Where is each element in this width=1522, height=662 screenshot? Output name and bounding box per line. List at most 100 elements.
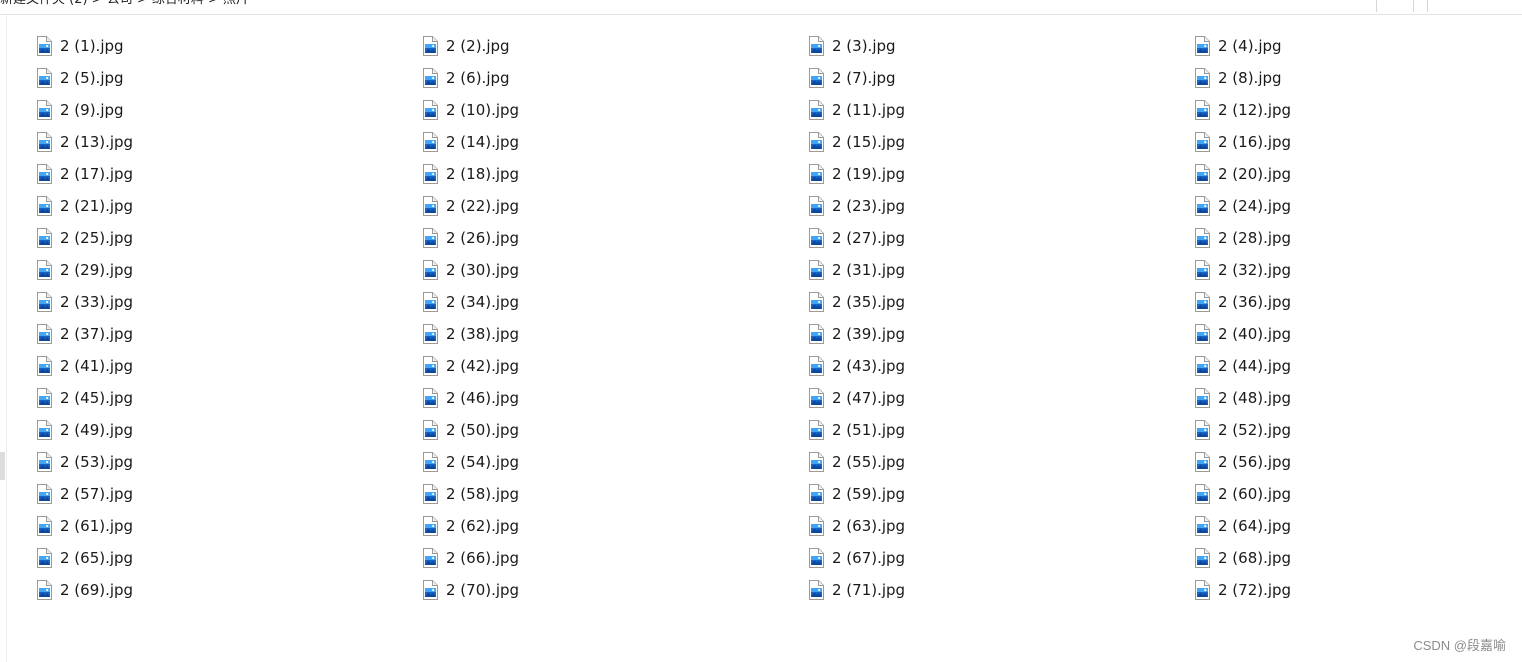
file-name: 2 (68).jpg <box>1218 549 1292 567</box>
file-item[interactable]: 2 (28).jpg <box>1194 222 1506 254</box>
file-name: 2 (41).jpg <box>60 357 134 375</box>
file-item[interactable]: 2 (66).jpg <box>422 542 808 574</box>
file-item[interactable]: 2 (55).jpg <box>808 446 1194 478</box>
file-item[interactable]: 2 (49).jpg <box>36 414 422 446</box>
file-item[interactable]: 2 (71).jpg <box>808 574 1194 606</box>
file-item[interactable]: 2 (53).jpg <box>36 446 422 478</box>
file-item[interactable]: 2 (37).jpg <box>36 318 422 350</box>
image-file-icon <box>808 228 824 248</box>
file-item[interactable]: 2 (3).jpg <box>808 30 1194 62</box>
file-item[interactable]: 2 (2).jpg <box>422 30 808 62</box>
file-item[interactable]: 2 (61).jpg <box>36 510 422 542</box>
file-item[interactable]: 2 (29).jpg <box>36 254 422 286</box>
file-item[interactable]: 2 (69).jpg <box>36 574 422 606</box>
file-item[interactable]: 2 (13).jpg <box>36 126 422 158</box>
image-file-icon <box>422 580 438 600</box>
address-toolbar: 新建文件夹 (2) > 公司 > 综合材料 > 照片 ↻ ⌕ ▭ <box>0 0 1522 15</box>
file-item[interactable]: 2 (39).jpg <box>808 318 1194 350</box>
file-item[interactable]: 2 (33).jpg <box>36 286 422 318</box>
file-item[interactable]: 2 (57).jpg <box>36 478 422 510</box>
file-item[interactable]: 2 (17).jpg <box>36 158 422 190</box>
file-name: 2 (45).jpg <box>60 389 134 407</box>
file-name: 2 (5).jpg <box>60 69 124 87</box>
file-item[interactable]: 2 (12).jpg <box>1194 94 1506 126</box>
file-name: 2 (37).jpg <box>60 325 134 343</box>
file-item[interactable]: 2 (22).jpg <box>422 190 808 222</box>
file-item[interactable]: 2 (31).jpg <box>808 254 1194 286</box>
address-bar[interactable]: 新建文件夹 (2) > 公司 > 综合材料 > 照片 <box>0 0 249 9</box>
file-item[interactable]: 2 (34).jpg <box>422 286 808 318</box>
file-item[interactable]: 2 (15).jpg <box>808 126 1194 158</box>
watermark: CSDN @段嘉喻 <box>1413 638 1506 653</box>
file-item[interactable]: 2 (47).jpg <box>808 382 1194 414</box>
file-item[interactable]: 2 (30).jpg <box>422 254 808 286</box>
file-item[interactable]: 2 (9).jpg <box>36 94 422 126</box>
file-item[interactable]: 2 (32).jpg <box>1194 254 1506 286</box>
pane-divider <box>6 15 7 662</box>
file-item[interactable]: 2 (19).jpg <box>808 158 1194 190</box>
image-file-icon <box>422 196 438 216</box>
refresh-button[interactable]: ↻ <box>1376 0 1414 12</box>
file-name: 2 (71).jpg <box>832 581 906 599</box>
file-item[interactable]: 2 (40).jpg <box>1194 318 1506 350</box>
file-item[interactable]: 2 (14).jpg <box>422 126 808 158</box>
file-item[interactable]: 2 (72).jpg <box>1194 574 1506 606</box>
file-item[interactable]: 2 (5).jpg <box>36 62 422 94</box>
file-item[interactable]: 2 (27).jpg <box>808 222 1194 254</box>
file-item[interactable]: 2 (42).jpg <box>422 350 808 382</box>
file-item[interactable]: 2 (45).jpg <box>36 382 422 414</box>
file-item[interactable]: 2 (58).jpg <box>422 478 808 510</box>
file-item[interactable]: 2 (10).jpg <box>422 94 808 126</box>
file-item[interactable]: 2 (48).jpg <box>1194 382 1506 414</box>
file-item[interactable]: 2 (43).jpg <box>808 350 1194 382</box>
file-item[interactable]: 2 (65).jpg <box>36 542 422 574</box>
file-item[interactable]: 2 (36).jpg <box>1194 286 1506 318</box>
file-item[interactable]: 2 (38).jpg <box>422 318 808 350</box>
file-item[interactable]: 2 (25).jpg <box>36 222 422 254</box>
file-item[interactable]: 2 (41).jpg <box>36 350 422 382</box>
file-item[interactable]: 2 (62).jpg <box>422 510 808 542</box>
file-item[interactable]: 2 (70).jpg <box>422 574 808 606</box>
image-file-icon <box>808 324 824 344</box>
file-item[interactable]: 2 (11).jpg <box>808 94 1194 126</box>
file-item[interactable]: 2 (51).jpg <box>808 414 1194 446</box>
image-file-icon <box>36 164 52 184</box>
file-item[interactable]: 2 (21).jpg <box>36 190 422 222</box>
file-item[interactable]: 2 (44).jpg <box>1194 350 1506 382</box>
image-file-icon <box>422 548 438 568</box>
file-item[interactable]: 2 (60).jpg <box>1194 478 1506 510</box>
file-item[interactable]: 2 (8).jpg <box>1194 62 1506 94</box>
file-item[interactable]: 2 (20).jpg <box>1194 158 1506 190</box>
image-file-icon <box>36 516 52 536</box>
file-name: 2 (69).jpg <box>60 581 134 599</box>
file-item[interactable]: 2 (67).jpg <box>808 542 1194 574</box>
navigation-pane-scroll-handle[interactable] <box>0 452 5 480</box>
file-item[interactable]: 2 (64).jpg <box>1194 510 1506 542</box>
file-item[interactable]: 2 (56).jpg <box>1194 446 1506 478</box>
file-item[interactable]: 2 (18).jpg <box>422 158 808 190</box>
file-item[interactable]: 2 (7).jpg <box>808 62 1194 94</box>
file-item[interactable]: 2 (23).jpg <box>808 190 1194 222</box>
file-name: 2 (49).jpg <box>60 421 134 439</box>
file-item[interactable]: 2 (6).jpg <box>422 62 808 94</box>
file-item[interactable]: 2 (50).jpg <box>422 414 808 446</box>
file-item[interactable]: 2 (16).jpg <box>1194 126 1506 158</box>
image-file-icon <box>36 228 52 248</box>
file-item[interactable]: 2 (26).jpg <box>422 222 808 254</box>
file-item[interactable]: 2 (46).jpg <box>422 382 808 414</box>
file-item[interactable]: 2 (1).jpg <box>36 30 422 62</box>
file-item[interactable]: 2 (63).jpg <box>808 510 1194 542</box>
file-item[interactable]: 2 (52).jpg <box>1194 414 1506 446</box>
image-file-icon <box>36 324 52 344</box>
file-item[interactable]: 2 (54).jpg <box>422 446 808 478</box>
file-item[interactable]: 2 (68).jpg <box>1194 542 1506 574</box>
file-item[interactable]: 2 (35).jpg <box>808 286 1194 318</box>
file-name: 2 (13).jpg <box>60 133 134 151</box>
file-name: 2 (55).jpg <box>832 453 906 471</box>
search-box[interactable]: ⌕ ▭ <box>1427 0 1522 12</box>
image-file-icon <box>1194 68 1210 88</box>
file-item[interactable]: 2 (59).jpg <box>808 478 1194 510</box>
file-item[interactable]: 2 (24).jpg <box>1194 190 1506 222</box>
image-file-icon <box>422 516 438 536</box>
file-item[interactable]: 2 (4).jpg <box>1194 30 1506 62</box>
